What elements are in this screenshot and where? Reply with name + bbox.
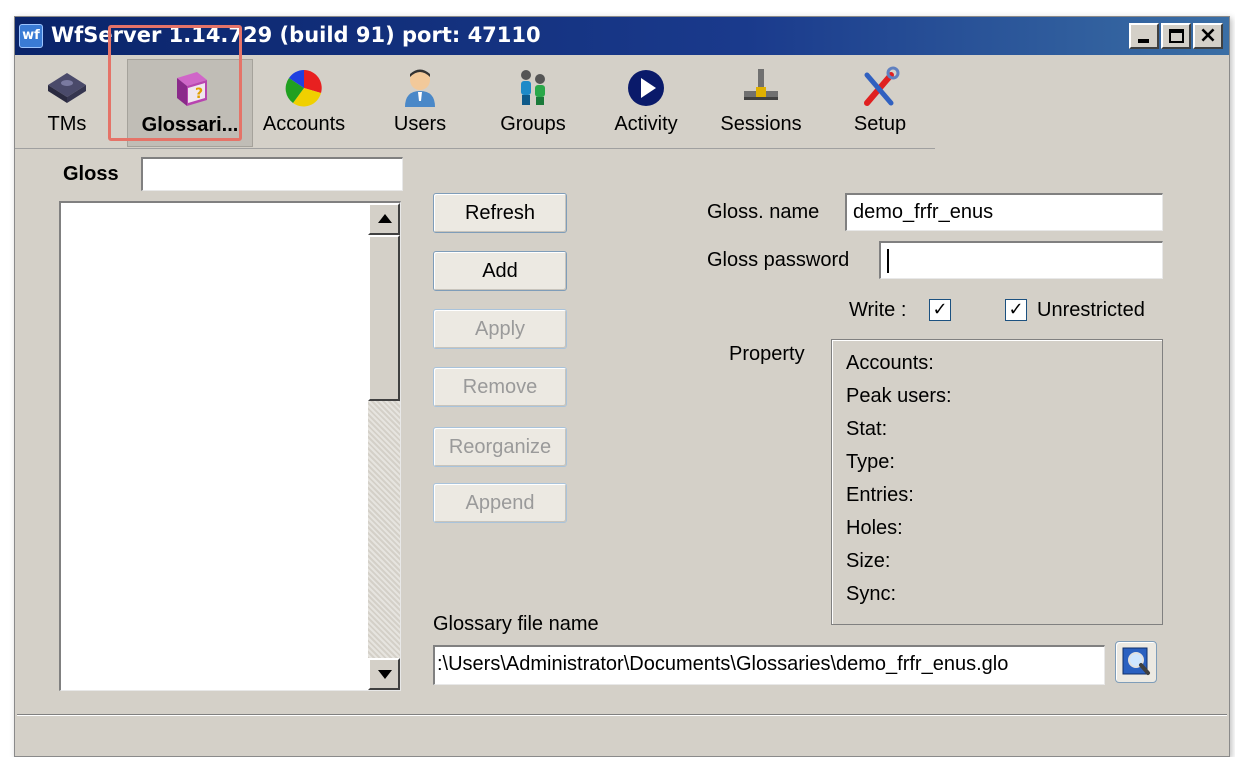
- toolbar-label-sessions: Sessions: [720, 113, 802, 135]
- text-caret: [887, 248, 889, 273]
- setup-tools-icon: [864, 66, 900, 106]
- toolbar-label-setup: Setup: [853, 113, 907, 135]
- glossary-list[interactable]: [59, 201, 401, 691]
- write-checkbox[interactable]: ✓: [929, 299, 951, 321]
- write-label: Write :: [849, 299, 907, 321]
- toolbar-item-accounts[interactable]: Accounts: [255, 59, 353, 147]
- browse-search-icon: [1122, 647, 1150, 675]
- toolbar-label-users: Users: [393, 113, 447, 135]
- maximize-button[interactable]: [1161, 23, 1191, 49]
- group-people-icon: [521, 70, 545, 105]
- add-button[interactable]: Add: [433, 251, 567, 291]
- glossary-file-name-input[interactable]: :\Users\Administrator\Documents\Glossari…: [433, 645, 1105, 685]
- property-peak-users: Peak users:: [846, 385, 952, 407]
- property-size: Size:: [846, 550, 891, 572]
- gloss-name-input[interactable]: demo_frfr_enus: [845, 193, 1163, 231]
- main-toolbar: TMs ? Glossari... Accounts Users Groups …: [15, 55, 935, 149]
- accounts-pie-icon: [285, 69, 322, 107]
- toolbar-label-accounts: Accounts: [262, 113, 346, 135]
- minimize-button[interactable]: [1129, 23, 1159, 49]
- property-type: Type:: [846, 451, 895, 473]
- scroll-thumb[interactable]: [368, 235, 400, 401]
- property-accounts: Accounts:: [846, 352, 934, 374]
- remove-button[interactable]: Remove: [433, 367, 567, 407]
- unrestricted-checkbox[interactable]: ✓: [1005, 299, 1027, 321]
- user-person-icon: [405, 69, 435, 107]
- browse-file-button[interactable]: [1115, 641, 1157, 683]
- toolbar-item-groups[interactable]: Groups: [493, 59, 573, 147]
- property-holes: Holes:: [846, 517, 903, 539]
- glossary-book-icon: ?: [177, 72, 207, 106]
- gloss-password-input[interactable]: [879, 241, 1163, 279]
- toolbar-empty-area: [935, 55, 1229, 149]
- close-icon: ×: [1198, 23, 1218, 48]
- status-bar: [17, 714, 1227, 754]
- arrow-up-icon: [378, 214, 392, 223]
- reorganize-button[interactable]: Reorganize: [433, 427, 567, 467]
- property-entries: Entries:: [846, 484, 914, 506]
- gloss-password-label: Gloss password: [707, 249, 850, 271]
- close-button[interactable]: ×: [1193, 23, 1223, 49]
- sessions-connector-icon: [744, 69, 778, 100]
- glossary-file-name-label: Glossary file name: [433, 613, 599, 635]
- minimize-icon: [1138, 39, 1149, 43]
- scroll-down-button[interactable]: [368, 658, 400, 690]
- gloss-label: Gloss: [63, 163, 119, 185]
- glossary-list-scrollbar[interactable]: [368, 203, 400, 690]
- svg-text:?: ?: [195, 86, 203, 102]
- app-icon: wf: [19, 24, 43, 48]
- scroll-up-button[interactable]: [368, 203, 400, 235]
- property-label: Property: [729, 343, 805, 365]
- title-bar[interactable]: wf WfServer 1.14.729 (build 91) port: 47…: [15, 17, 1229, 55]
- toolbar-label-activity: Activity: [614, 113, 678, 135]
- wfserver-window: wf WfServer 1.14.729 (build 91) port: 47…: [14, 16, 1230, 757]
- append-button[interactable]: Append: [433, 483, 567, 523]
- unrestricted-label: Unrestricted: [1037, 299, 1145, 321]
- activity-play-icon: [628, 70, 664, 106]
- toolbar-item-glossaries[interactable]: ? Glossari...: [127, 59, 253, 147]
- maximize-icon: [1169, 29, 1184, 43]
- toolbar-item-tms[interactable]: TMs: [35, 59, 99, 147]
- tm-disk-icon: [48, 73, 86, 103]
- window-title: WfServer 1.14.729 (build 91) port: 47110: [51, 23, 541, 47]
- toolbar-item-setup[interactable]: Setup: [845, 59, 915, 147]
- property-panel: Accounts: Peak users: Stat: Type: Entrie…: [831, 339, 1163, 625]
- toolbar-item-activity[interactable]: Activity: [605, 59, 687, 147]
- toolbar-item-sessions[interactable]: Sessions: [715, 59, 807, 147]
- toolbar-item-users[interactable]: Users: [385, 59, 455, 147]
- gloss-name-label: Gloss. name: [707, 201, 820, 223]
- toolbar-label-groups: Groups: [500, 113, 566, 135]
- apply-button[interactable]: Apply: [433, 309, 567, 349]
- arrow-down-icon: [378, 670, 392, 679]
- property-sync: Sync:: [846, 583, 897, 605]
- refresh-button[interactable]: Refresh: [433, 193, 567, 233]
- property-stat: Stat:: [846, 418, 888, 440]
- toolbar-label-tms: TMs: [47, 113, 87, 135]
- gloss-filter-input[interactable]: [141, 157, 403, 191]
- toolbar-label-glossaries: Glossari...: [141, 114, 239, 136]
